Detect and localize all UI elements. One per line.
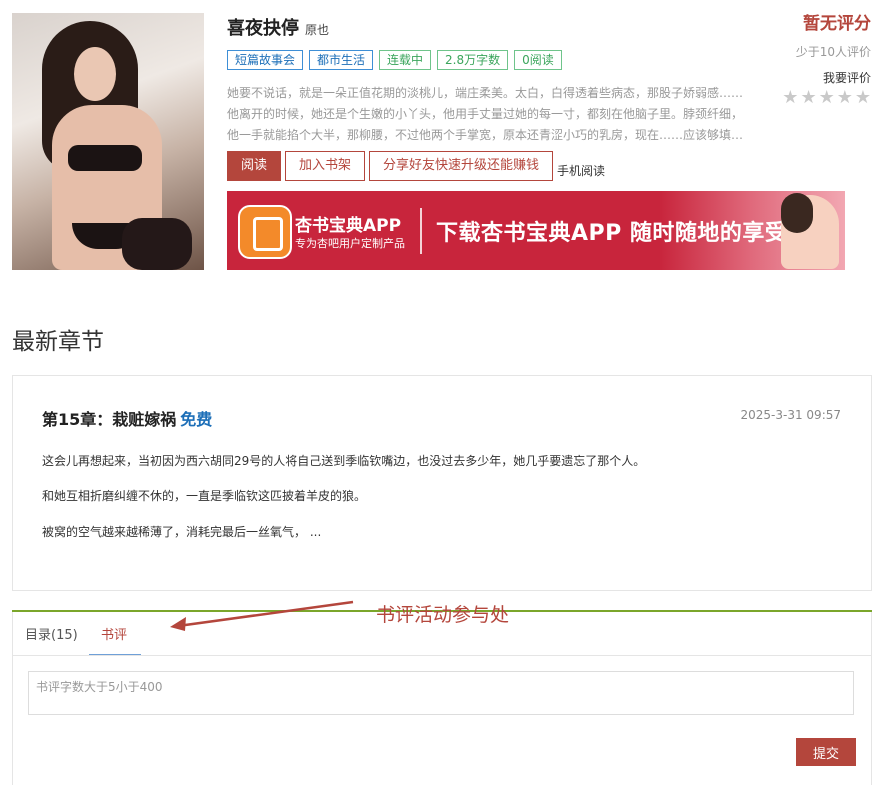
tab-review[interactable]: 书评: [101, 624, 127, 643]
cover-figure-leg: [122, 218, 192, 270]
star-icon[interactable]: ★: [782, 89, 798, 107]
mobile-read-link[interactable]: 手机阅读: [557, 162, 605, 179]
banner-app-subtitle: 专为杏吧用户定制产品: [295, 237, 405, 250]
chapter-date: 2025-3-31 09:57: [740, 408, 842, 422]
tag-word-count: 2.8万字数: [437, 50, 509, 70]
cover-figure-top: [68, 145, 142, 171]
chapter-excerpt-line: 和她互相折磨纠缠不休的，一直是季临钦这匹披着羊皮的狼。: [42, 489, 367, 503]
rating-score: 暂无评分: [803, 14, 871, 34]
free-badge: 免费: [180, 410, 213, 429]
description-line: 她要不说话，就是一朵正值花期的淡桃儿，端庄柔美。太白，白得透着些病态，那股子娇弱…: [227, 86, 744, 100]
latest-chapter-heading: 最新章节: [12, 329, 104, 355]
chapter-title[interactable]: 第15章：栽赃嫁祸: [42, 410, 176, 429]
book-actions: 阅读 加入书架 分享好友快速升级还能赚钱 手机阅读: [227, 151, 605, 181]
rating-panel: 暂无评分 少于10人评价 我要评价 ★ ★ ★ ★ ★: [782, 13, 871, 107]
tag-read-count: 0阅读: [514, 50, 562, 70]
star-icon[interactable]: ★: [855, 89, 871, 107]
app-logo-icon: [238, 205, 292, 259]
tag-status: 连载中: [379, 50, 432, 70]
book-title: 喜夜抉停: [227, 18, 299, 39]
review-textarea[interactable]: [28, 671, 854, 715]
star-icon[interactable]: ★: [819, 89, 835, 107]
annotation-label: 书评活动参与处: [376, 604, 510, 626]
banner-divider: [420, 208, 422, 254]
star-icon[interactable]: ★: [837, 89, 853, 107]
description-line: 他一手就能掐个大半，那柳腰，不过他两个手掌宽，原本还青涩小巧的乳房，现在……应该…: [227, 128, 744, 142]
rate-link[interactable]: 我要评价: [782, 69, 871, 86]
banner-app-name: 杏书宝典APP: [295, 216, 402, 236]
tab-contents[interactable]: 目录(15): [25, 624, 78, 643]
book-title-row: 喜夜抉停 原也: [227, 14, 329, 40]
app-download-banner[interactable]: 杏书宝典APP 专为杏吧用户定制产品 下载杏书宝典APP 随时随地的享受: [227, 191, 845, 270]
share-button[interactable]: 分享好友快速升级还能赚钱: [369, 151, 554, 181]
latest-chapter-card: 第15章：栽赃嫁祸 免费 2025-3-31 09:57 这会儿再想起来，当初因为…: [12, 375, 872, 591]
tag-genre[interactable]: 都市生活: [309, 50, 374, 70]
book-cover-image[interactable]: [12, 13, 204, 270]
chapter-excerpt-line: 这会儿再想起来，当初因为西六胡同29号的人将自己送到季临钦嘴边，也没过去多少年，…: [42, 454, 646, 468]
annotation-arrow-icon: [170, 600, 354, 631]
submit-review-button[interactable]: 提交: [796, 738, 856, 766]
chapter-excerpt-line: 被窝的空气越来越稀薄了，消耗完最后一丝氧气， ...: [42, 525, 322, 539]
book-tags: 短篇故事会 都市生活 连载中 2.8万字数 0阅读: [227, 50, 562, 70]
book-description: 她要不说话，就是一朵正值花期的淡桃儿，端庄柔美。太白，白得透着些病态，那股子娇弱…: [227, 83, 747, 146]
read-button[interactable]: 阅读: [227, 151, 282, 181]
add-to-shelf-button[interactable]: 加入书架: [285, 151, 366, 181]
description-line: 他离开的时候，她还是个生嫩的小丫头，他用手丈量过她的每一寸，都刻在他脑子里。脖颈…: [227, 107, 744, 121]
banner-model-hair: [781, 193, 813, 233]
tag-category[interactable]: 短篇故事会: [227, 50, 304, 70]
star-icon[interactable]: ★: [800, 89, 816, 107]
cover-figure-face: [74, 47, 116, 101]
book-author: 原也: [305, 23, 330, 37]
rating-stars[interactable]: ★ ★ ★ ★ ★: [782, 89, 871, 107]
rating-count: 少于10人评价: [795, 45, 871, 59]
banner-slogan: 下载杏书宝典APP 随时随地的享受: [436, 221, 788, 246]
tabs-separator: [12, 655, 872, 656]
chapter-title-row[interactable]: 第15章：栽赃嫁祸 免费: [42, 406, 212, 430]
